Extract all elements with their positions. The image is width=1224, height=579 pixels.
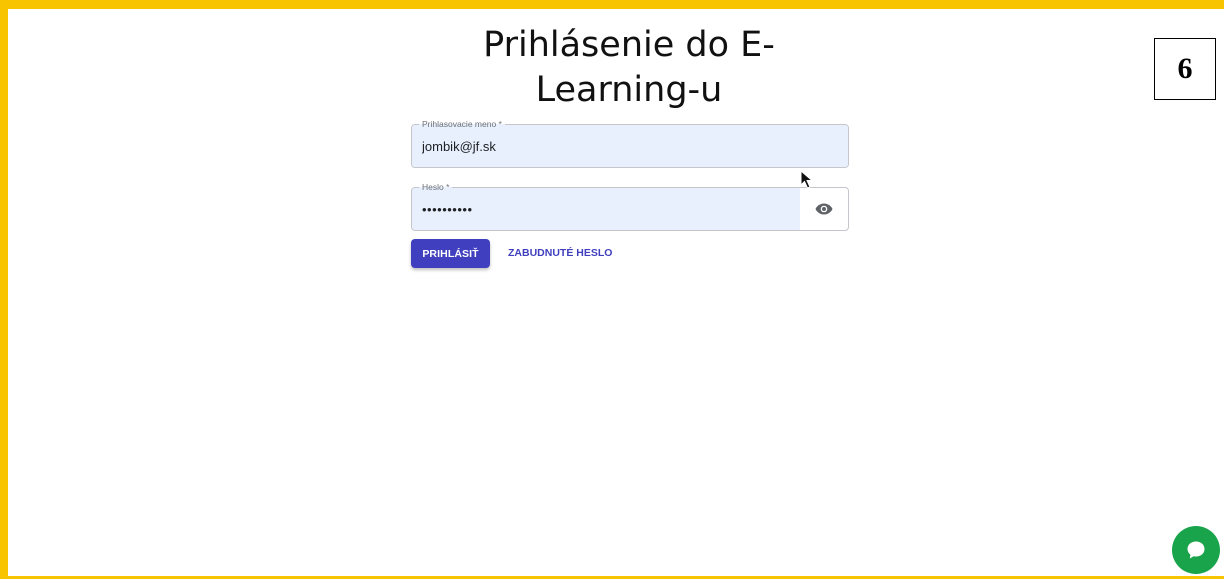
eye-icon	[815, 203, 833, 215]
page-frame: Prihlásenie do E-Learning-u 6 Prihlasova…	[0, 0, 1224, 579]
chat-bubble-icon	[1187, 541, 1205, 559]
password-label: Heslo *	[419, 181, 453, 193]
mouse-pointer-icon	[800, 170, 814, 189]
password-input[interactable]	[422, 199, 802, 219]
page-title: Prihlásenie do E-Learning-u	[483, 25, 775, 110]
password-field[interactable]: Heslo *	[411, 181, 849, 231]
username-input[interactable]	[422, 136, 802, 156]
username-label: Prihlasovacie meno *	[419, 118, 505, 130]
login-button[interactable]: PRIHLÁSIŤ	[411, 239, 490, 268]
forgot-password-link[interactable]: ZABUDNUTÉ HESLO	[508, 247, 612, 259]
step-number-badge: 6	[1154, 38, 1216, 100]
show-password-button[interactable]	[800, 188, 848, 230]
username-field[interactable]: Prihlasovacie meno *	[411, 118, 849, 168]
chat-button[interactable]	[1172, 526, 1220, 574]
